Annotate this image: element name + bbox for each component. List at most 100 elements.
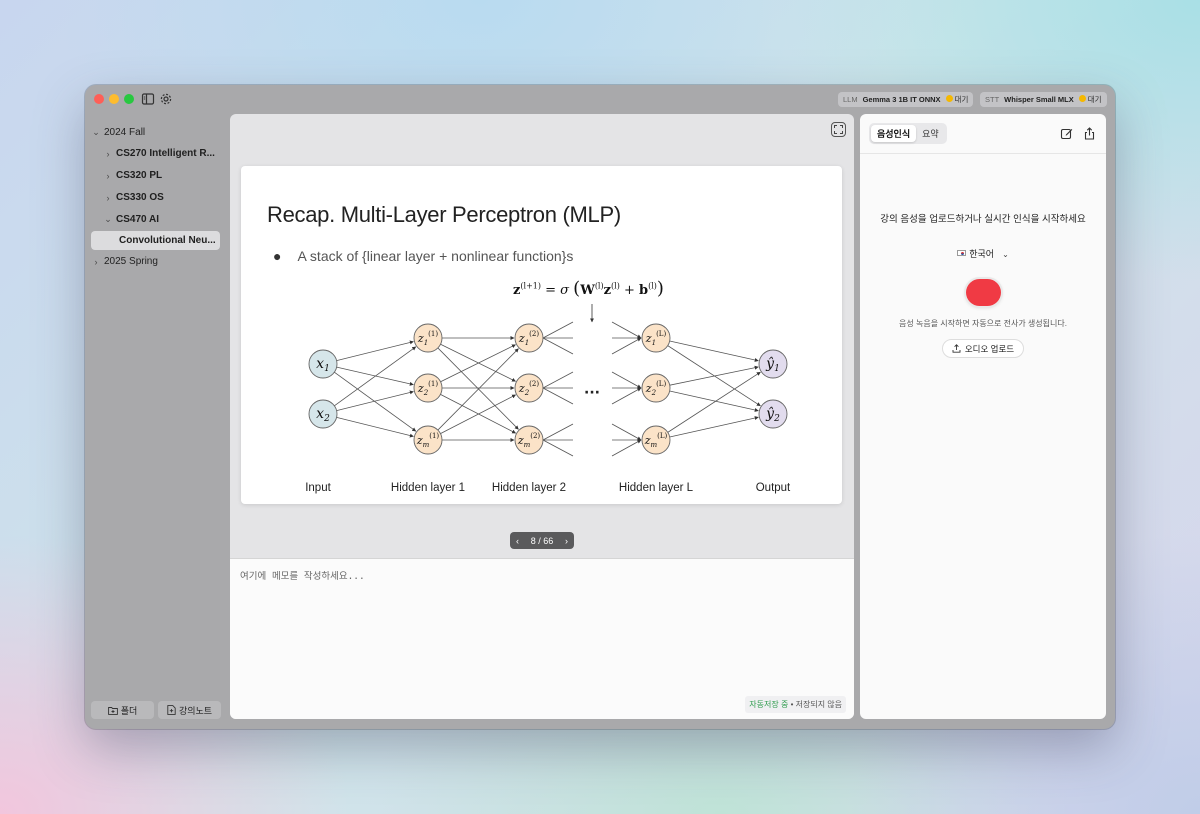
output-node: ŷ2 xyxy=(758,399,788,429)
language-select[interactable]: 한국어 ⌄ xyxy=(860,247,1106,260)
tree-course-cs320[interactable]: › CS320 PL xyxy=(103,170,163,181)
page-indicator: 8 / 66 xyxy=(530,535,554,546)
minimize-window-button[interactable] xyxy=(109,94,119,104)
network-edge xyxy=(336,390,414,412)
transcription-panel: 음성인식 요약 강의 음성을 업로드하거나 실시간 인식을 시작하세요 한국어 ⌄… xyxy=(860,114,1106,719)
network-edge xyxy=(334,346,417,407)
stt-status-text: 대기 xyxy=(1087,95,1102,104)
chevron-right-icon: › xyxy=(106,148,110,159)
tree-course-cs270[interactable]: › CS270 Intelligent R... xyxy=(103,148,215,159)
tree-course-label: CS470 AI xyxy=(116,214,159,225)
output-node: ŷ1 xyxy=(758,349,788,379)
network-edge xyxy=(669,340,759,362)
tree-course-cs470[interactable]: ⌄ CS470 AI xyxy=(103,214,159,225)
status-dot-icon xyxy=(945,95,953,102)
network-edge xyxy=(336,416,414,438)
folder-plus-icon xyxy=(107,706,118,715)
tree-course-label: CS330 OS xyxy=(116,192,164,203)
network-edge xyxy=(669,390,759,412)
hiddenL-node: zm(L) xyxy=(641,425,671,455)
network-edge xyxy=(336,340,414,362)
chevron-right-icon: › xyxy=(106,192,110,203)
add-folder-label: 폴더 xyxy=(120,705,138,716)
slide-viewer: Recap. Multi-Layer Perceptron (MLP) ● A s… xyxy=(230,114,854,719)
app-window: LLM Gemma 3 1B IT ONNX 대기 STT Whisper Sm… xyxy=(85,85,1115,729)
tree-note-selected[interactable]: Convolutional Neu... xyxy=(91,231,220,250)
tree-course-cs330[interactable]: › CS330 OS xyxy=(103,192,164,203)
tree-folder-label: 2025 Spring xyxy=(104,256,158,267)
tab-transcription[interactable]: 음성인식 xyxy=(871,125,917,142)
record-button[interactable] xyxy=(966,279,1001,306)
next-slide-button[interactable]: › xyxy=(565,536,568,546)
network-edge-stub xyxy=(611,321,642,339)
slide-pager: ‹ 8 / 66 › xyxy=(510,532,574,549)
layer-label-hidden-l: Hidden layer L xyxy=(618,482,694,494)
korea-flag-icon xyxy=(957,250,967,256)
autosave-status: 자동저장 중 xyxy=(749,700,789,709)
language-label: 한국어 xyxy=(969,249,995,259)
memo-input[interactable] xyxy=(240,571,840,582)
network-edge-stub xyxy=(611,439,642,457)
layer-ellipsis: ··· xyxy=(584,385,600,401)
status-dot-icon xyxy=(1078,95,1086,102)
slide-page: Recap. Multi-Layer Perceptron (MLP) ● A s… xyxy=(241,166,842,504)
unsaved-status: 저장되지 않음 xyxy=(795,700,842,709)
layer-label-hidden-1: Hidden layer 1 xyxy=(390,482,466,494)
mlp-diagram: x1 x2 z1(1) z2(1) zm(1) z1(2) z2(2) zm(2) z1(L) z… xyxy=(308,304,788,457)
input-node: x1 xyxy=(308,349,338,379)
llm-status-badge: LLM Gemma 3 1B IT ONNX 대기 xyxy=(838,92,974,107)
network-edge-stub xyxy=(542,371,574,389)
chevron-down-icon: ⌄ xyxy=(1002,250,1009,259)
upload-audio-button[interactable]: 오디오 업로드 xyxy=(942,339,1024,358)
llm-model-name: Gemma 3 1B IT ONNX xyxy=(862,95,941,104)
prev-slide-button[interactable]: ‹ xyxy=(516,536,519,546)
zoom-window-button[interactable] xyxy=(124,94,134,104)
chevron-down-icon: ⌄ xyxy=(104,214,112,224)
network-edge-stub xyxy=(611,423,642,441)
add-note-button[interactable]: 강의노트 xyxy=(158,701,221,719)
hidden2-node: zm(2) xyxy=(514,425,544,455)
layer-label-input: Input xyxy=(305,482,331,494)
edit-icon[interactable] xyxy=(1060,127,1073,140)
titlebar: LLM Gemma 3 1B IT ONNX 대기 STT Whisper Sm… xyxy=(85,85,1115,113)
tree-folder-2024-fall[interactable]: ⌄ 2024 Fall xyxy=(91,127,145,138)
tree-course-label: CS320 PL xyxy=(116,170,163,181)
tab-summary[interactable]: 요약 xyxy=(916,125,945,142)
network-edge xyxy=(334,371,417,432)
network-edge xyxy=(440,394,517,434)
input-node: x2 xyxy=(308,399,338,429)
network-edges xyxy=(334,321,761,457)
expand-icon xyxy=(834,125,843,134)
network-edge xyxy=(669,416,759,438)
upload-audio-label: 오디오 업로드 xyxy=(964,343,1015,354)
tree-folder-label: 2024 Fall xyxy=(104,127,146,138)
note-plus-icon xyxy=(167,705,176,715)
fullscreen-button[interactable] xyxy=(831,122,846,137)
close-window-button[interactable] xyxy=(94,94,104,104)
network-nodes: x1 x2 z1(1) z2(1) zm(1) z1(2) z2(2) zm(2) z1(L) z… xyxy=(308,323,788,455)
stt-kind-label: STT xyxy=(985,95,1000,104)
status-separator: • xyxy=(790,700,794,709)
llm-kind-label: LLM xyxy=(843,95,858,104)
hidden2-node: z1(2) xyxy=(514,323,544,353)
add-folder-button[interactable]: 폴더 xyxy=(91,701,154,719)
network-edge-stub xyxy=(611,371,642,389)
network-edge-stub xyxy=(542,423,574,441)
record-hint: 음성 녹음을 시작하면 자동으로 전사가 생성됩니다. xyxy=(899,319,1067,328)
network-edge xyxy=(437,348,519,431)
save-status-badge: 자동저장 중 • 저장되지 않음 xyxy=(745,696,846,713)
panel-tabs: 음성인식 요약 xyxy=(869,123,947,144)
tree-folder-2025-spring[interactable]: › 2025 Spring xyxy=(91,256,158,267)
network-edge-stub xyxy=(542,337,574,355)
stt-status-badge: STT Whisper Small MLX 대기 xyxy=(980,92,1107,107)
share-icon[interactable] xyxy=(1083,127,1096,140)
network-edge xyxy=(437,347,519,430)
hidden2-node: z2(2) xyxy=(514,373,544,403)
chevron-down-icon: ⌄ xyxy=(92,127,100,137)
network-edge-stub xyxy=(611,387,642,405)
gear-icon[interactable] xyxy=(159,92,173,106)
layer-label-hidden-2: Hidden layer 2 xyxy=(491,482,567,494)
memo-area: 자동저장 중 • 저장되지 않음 xyxy=(230,558,854,719)
sidebar-toggle-icon[interactable] xyxy=(141,92,155,106)
layer-label-output: Output xyxy=(755,482,791,494)
